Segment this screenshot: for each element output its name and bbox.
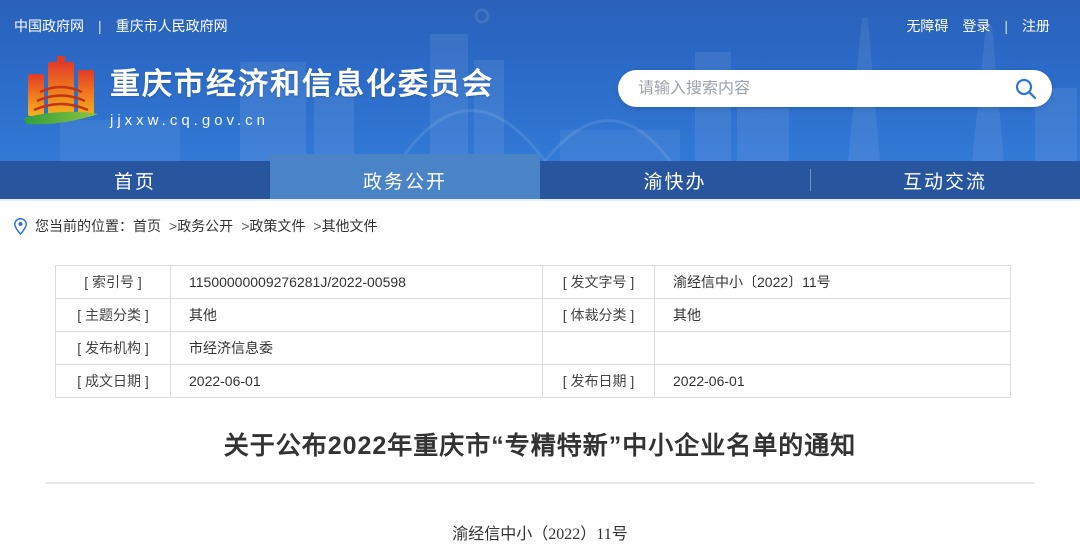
link-china-gov[interactable]: 中国政府网 [14, 16, 84, 36]
document-meta-table: [ 索引号 ] 11500000009276281J/2022-00598 [ … [55, 265, 1011, 398]
breadcrumb-label: 您当前的位置： [35, 216, 133, 236]
tab-interaction[interactable]: 互动交流 [810, 161, 1080, 199]
link-accessibility[interactable]: 无障碍 [906, 16, 948, 36]
topbar-divider: | [98, 18, 102, 34]
main-nav: 首页 政务公开 渝快办 互动交流 [0, 161, 1080, 201]
meta-value: 11500000009276281J/2022-00598 [171, 266, 543, 299]
link-register[interactable]: 注册 [1022, 16, 1050, 36]
meta-label: [ 主题分类 ] [56, 299, 171, 332]
site-logo-icon[interactable] [20, 52, 102, 136]
table-row: [ 成文日期 ] 2022-06-01 [ 发布日期 ] 2022-06-01 [56, 365, 1011, 398]
crumb-other-files[interactable]: 其他文件 [322, 216, 378, 236]
link-chongqing-gov[interactable]: 重庆市人民政府网 [116, 16, 228, 36]
meta-label: [ 体裁分类 ] [543, 299, 655, 332]
meta-label: [ 发布机构 ] [56, 332, 171, 365]
meta-label: [ 成文日期 ] [56, 365, 171, 398]
site-name: 重庆市经济和信息化委员会 [110, 59, 494, 103]
search-bar [618, 70, 1052, 107]
topbar-divider-right: | [1004, 18, 1008, 34]
site-url: jjxxw.cq.gov.cn [110, 112, 494, 129]
meta-label: [ 索引号 ] [56, 266, 171, 299]
search-input[interactable] [618, 80, 1010, 98]
crumb-gov-info[interactable]: 政务公开 [177, 216, 233, 236]
crumb-home[interactable]: 首页 [133, 216, 161, 236]
tab-home[interactable]: 首页 [0, 161, 270, 199]
breadcrumb-separator: > [169, 218, 177, 234]
table-row: [ 发布机构 ] 市经济信息委 [56, 332, 1011, 365]
crumb-policy-files[interactable]: 政策文件 [249, 216, 305, 236]
meta-value: 渝经信中小〔2022〕11号 [655, 266, 1011, 299]
title-divider [45, 482, 1035, 484]
breadcrumb-separator: > [313, 218, 321, 234]
meta-value: 2022-06-01 [655, 365, 1011, 398]
meta-value [655, 332, 1011, 365]
link-login[interactable]: 登录 [962, 16, 990, 36]
breadcrumb: 您当前的位置： 首页 > 政务公开 > 政策文件 > 其他文件 [0, 201, 1080, 249]
article-title: 关于公布2022年重庆市“专精特新”中小企业名单的通知 [0, 426, 1080, 462]
meta-value: 其他 [655, 299, 1011, 332]
document-number: 渝经信中小（2022）11号 [0, 520, 1080, 544]
search-button[interactable] [1010, 77, 1052, 101]
search-icon [1014, 77, 1038, 101]
table-row: [ 索引号 ] 11500000009276281J/2022-00598 [ … [56, 266, 1011, 299]
meta-value: 其他 [171, 299, 543, 332]
site-banner: 中国政府网 | 重庆市人民政府网 无障碍 登录 | 注册 [0, 0, 1080, 161]
location-pin-icon [14, 218, 27, 235]
meta-label [543, 332, 655, 365]
table-row: [ 主题分类 ] 其他 [ 体裁分类 ] 其他 [56, 299, 1011, 332]
meta-value: 市经济信息委 [171, 332, 543, 365]
tab-gov-info[interactable]: 政务公开 [270, 154, 540, 199]
breadcrumb-separator: > [241, 218, 249, 234]
tab-yukuaiban[interactable]: 渝快办 [540, 161, 810, 199]
meta-label: [ 发文字号 ] [543, 266, 655, 299]
top-utility-bar: 中国政府网 | 重庆市人民政府网 无障碍 登录 | 注册 [0, 16, 1080, 36]
meta-label: [ 发布日期 ] [543, 365, 655, 398]
meta-value: 2022-06-01 [171, 365, 543, 398]
